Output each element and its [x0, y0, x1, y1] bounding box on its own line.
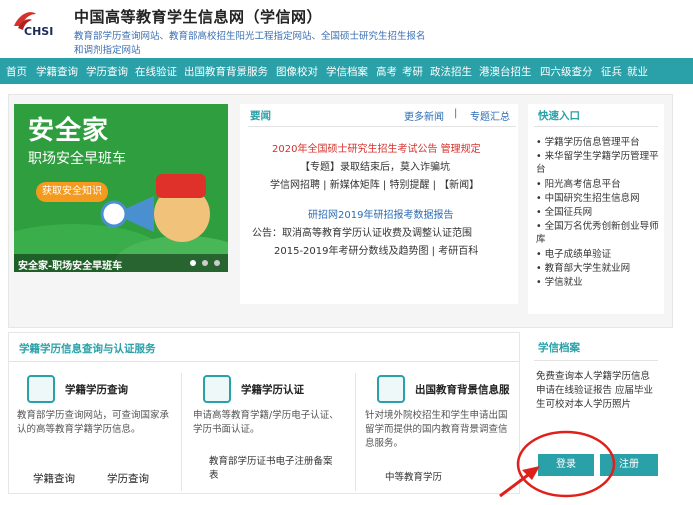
nav-item-gaokao[interactable]: 高考 [376, 64, 397, 79]
quick-item[interactable]: • 教育部大学生就业网 [536, 262, 660, 275]
banner-title: 安全家 [28, 116, 110, 146]
quick-item[interactable]: • 全国万名优秀创新创业导师库 [536, 220, 660, 246]
quick-item[interactable]: • 来华留学生学籍学历管理平台 [536, 150, 660, 176]
student-status-query-link[interactable]: 学籍查询 [33, 471, 75, 486]
carousel-dot-1[interactable] [190, 260, 196, 266]
news-line-topic[interactable]: 【专题】录取结束后，莫入诈骗坑 [300, 158, 450, 173]
quick-item[interactable]: • 阳光高考信息平台 [536, 178, 660, 191]
quick-item[interactable]: • 电子成绩单验证 [536, 248, 660, 261]
services-divider [9, 361, 519, 362]
quick-item[interactable]: • 学信就业 [536, 276, 660, 289]
student-files-desc: 免费查询本人学籍学历信息 申请在线验证报告 应届毕业生可校对本人学历照片 [536, 371, 654, 410]
main-nav: 首页 学籍查询 学历查询 在线验证 出国教育背景服务 图像校对 学信档案 高考 … [0, 58, 693, 84]
quick-entry-title: 快速入口 [538, 110, 580, 122]
nav-item-student-status[interactable]: 学籍查询 [36, 64, 78, 79]
service-title[interactable]: 学籍学历认证 [241, 382, 304, 397]
student-files-title: 学信档案 [538, 342, 580, 354]
service-desc: 教育部学历查询网站，可查询国家承认的高等教育学籍学历信息。 [17, 410, 170, 435]
nav-item-student-files[interactable]: 学信档案 [326, 64, 368, 79]
service-title[interactable]: 学籍学历查询 [65, 382, 128, 397]
quick-divider [534, 126, 658, 127]
nav-item-photo-check[interactable]: 图像校对 [276, 64, 318, 79]
nav-item-home[interactable]: 首页 [6, 64, 27, 79]
e-registration-form-link[interactable]: 教育部学历证书电子注册备案表 [209, 455, 337, 483]
nav-item-conscription[interactable]: 征兵 [601, 64, 622, 79]
carousel-dot-2[interactable] [202, 260, 208, 266]
site-subtitle-line1: 教育部学历查询网站、教育部高校招生阳光工程指定网站、全国硕士研究生招生报名 [74, 31, 426, 42]
files-divider [534, 360, 658, 361]
news-line-links[interactable]: 学信网招聘 | 新媒体矩阵 | 特别提醒 | 【新闻】 [270, 176, 479, 191]
file-list-icon [377, 375, 405, 403]
service-desc: 申请高等教育学籍/学历电子认证、学历书面认证。 [193, 410, 339, 435]
document-icon [27, 375, 55, 403]
banner-caption: 安全家-职场安全早班车 [18, 261, 123, 272]
news-line-report[interactable]: 研招网2019年研招报考数据报告 [308, 206, 453, 221]
nav-item-online-verify[interactable]: 在线验证 [135, 64, 177, 79]
carousel-dot-3[interactable] [214, 260, 220, 266]
quick-item[interactable]: • 全国征兵网 [536, 206, 660, 219]
quick-item[interactable]: • 中国研究生招生信息网 [536, 192, 660, 205]
nav-item-degree-query[interactable]: 学历查询 [86, 64, 128, 79]
quick-item[interactable]: • 学籍学历信息管理平台 [536, 136, 660, 149]
degree-query-link[interactable]: 学历查询 [107, 471, 149, 486]
news-divider [248, 126, 516, 127]
news-separator: | [454, 108, 458, 119]
logo-text: CHSI [24, 25, 54, 38]
more-news-link[interactable]: 更多新闻 [404, 108, 444, 123]
nav-item-cet-score[interactable]: 四六级查分 [540, 64, 593, 79]
annotation-highlight [499, 430, 616, 498]
certificate-icon [203, 375, 231, 403]
banner-cta-button[interactable]: 获取安全知识 [36, 182, 108, 202]
banner-subtitle: 职场安全早班车 [28, 151, 126, 167]
service-student-query: 学籍学历查询 教育部学历查询网站，可查询国家承认的高等教育学籍学历信息。 学籍查… [9, 373, 173, 491]
nav-item-employment[interactable]: 就业 [627, 64, 648, 79]
topics-link[interactable]: 专题汇总 [470, 108, 510, 123]
service-certification: 学籍学历认证 申请高等教育学籍/学历电子认证、学历书面认证。 教育部学历证书电子… [185, 373, 349, 491]
column-divider [181, 373, 182, 491]
nav-item-law-admission[interactable]: 政法招生 [430, 64, 472, 79]
quick-entry-panel: 快速入口 • 学籍学历信息管理平台 • 来华留学生学籍学历管理平台 • 阳光高考… [528, 104, 664, 314]
news-panel: 要闻 更多新闻 | 专题汇总 2020年全国硕士研究生招生考试公告 管理规定 【… [240, 104, 518, 304]
nav-item-kaoyan[interactable]: 考研 [402, 64, 423, 79]
secondary-education-link[interactable]: 中等教育学历 [385, 471, 442, 485]
column-divider [355, 373, 356, 491]
news-line-scores[interactable]: 2015-2019年考研分数线及趋势图 | 考研百科 [274, 242, 478, 257]
site-title: 中国高等教育学生信息网（学信网） [74, 8, 323, 26]
chsi-logo[interactable]: CHSI [10, 8, 68, 42]
news-line-announcement[interactable]: 公告：取消高等教育学历认证收费及调整认证范围 [252, 224, 472, 239]
nav-item-overseas-service[interactable]: 出国教育背景服务 [184, 64, 268, 79]
services-panel: 学籍学历信息查询与认证服务 学籍学历查询 教育部学历查询网站，可查询国家承认的高… [8, 332, 520, 494]
services-title: 学籍学历信息查询与认证服务 [19, 343, 156, 355]
news-title: 要闻 [250, 110, 271, 122]
news-headline-link[interactable]: 2020年全国硕士研究生招生考试公告 管理规定 [272, 140, 481, 155]
nav-item-hmt-admission[interactable]: 港澳台招生 [479, 64, 532, 79]
promo-banner[interactable]: 安全家 职场安全早班车 获取安全知识 安全家-职场安全早班车 [14, 104, 228, 272]
service-title[interactable]: 出国教育背景信息服 [415, 382, 510, 397]
site-subtitle-line2: 和调剂指定网站 [74, 45, 141, 56]
